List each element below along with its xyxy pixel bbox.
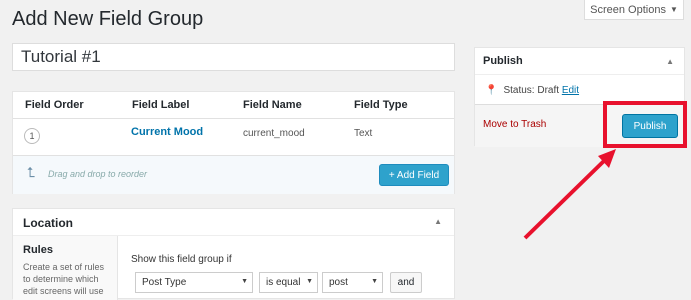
arrow-shaft: [523, 155, 610, 240]
annotation-arrow: [523, 149, 616, 240]
